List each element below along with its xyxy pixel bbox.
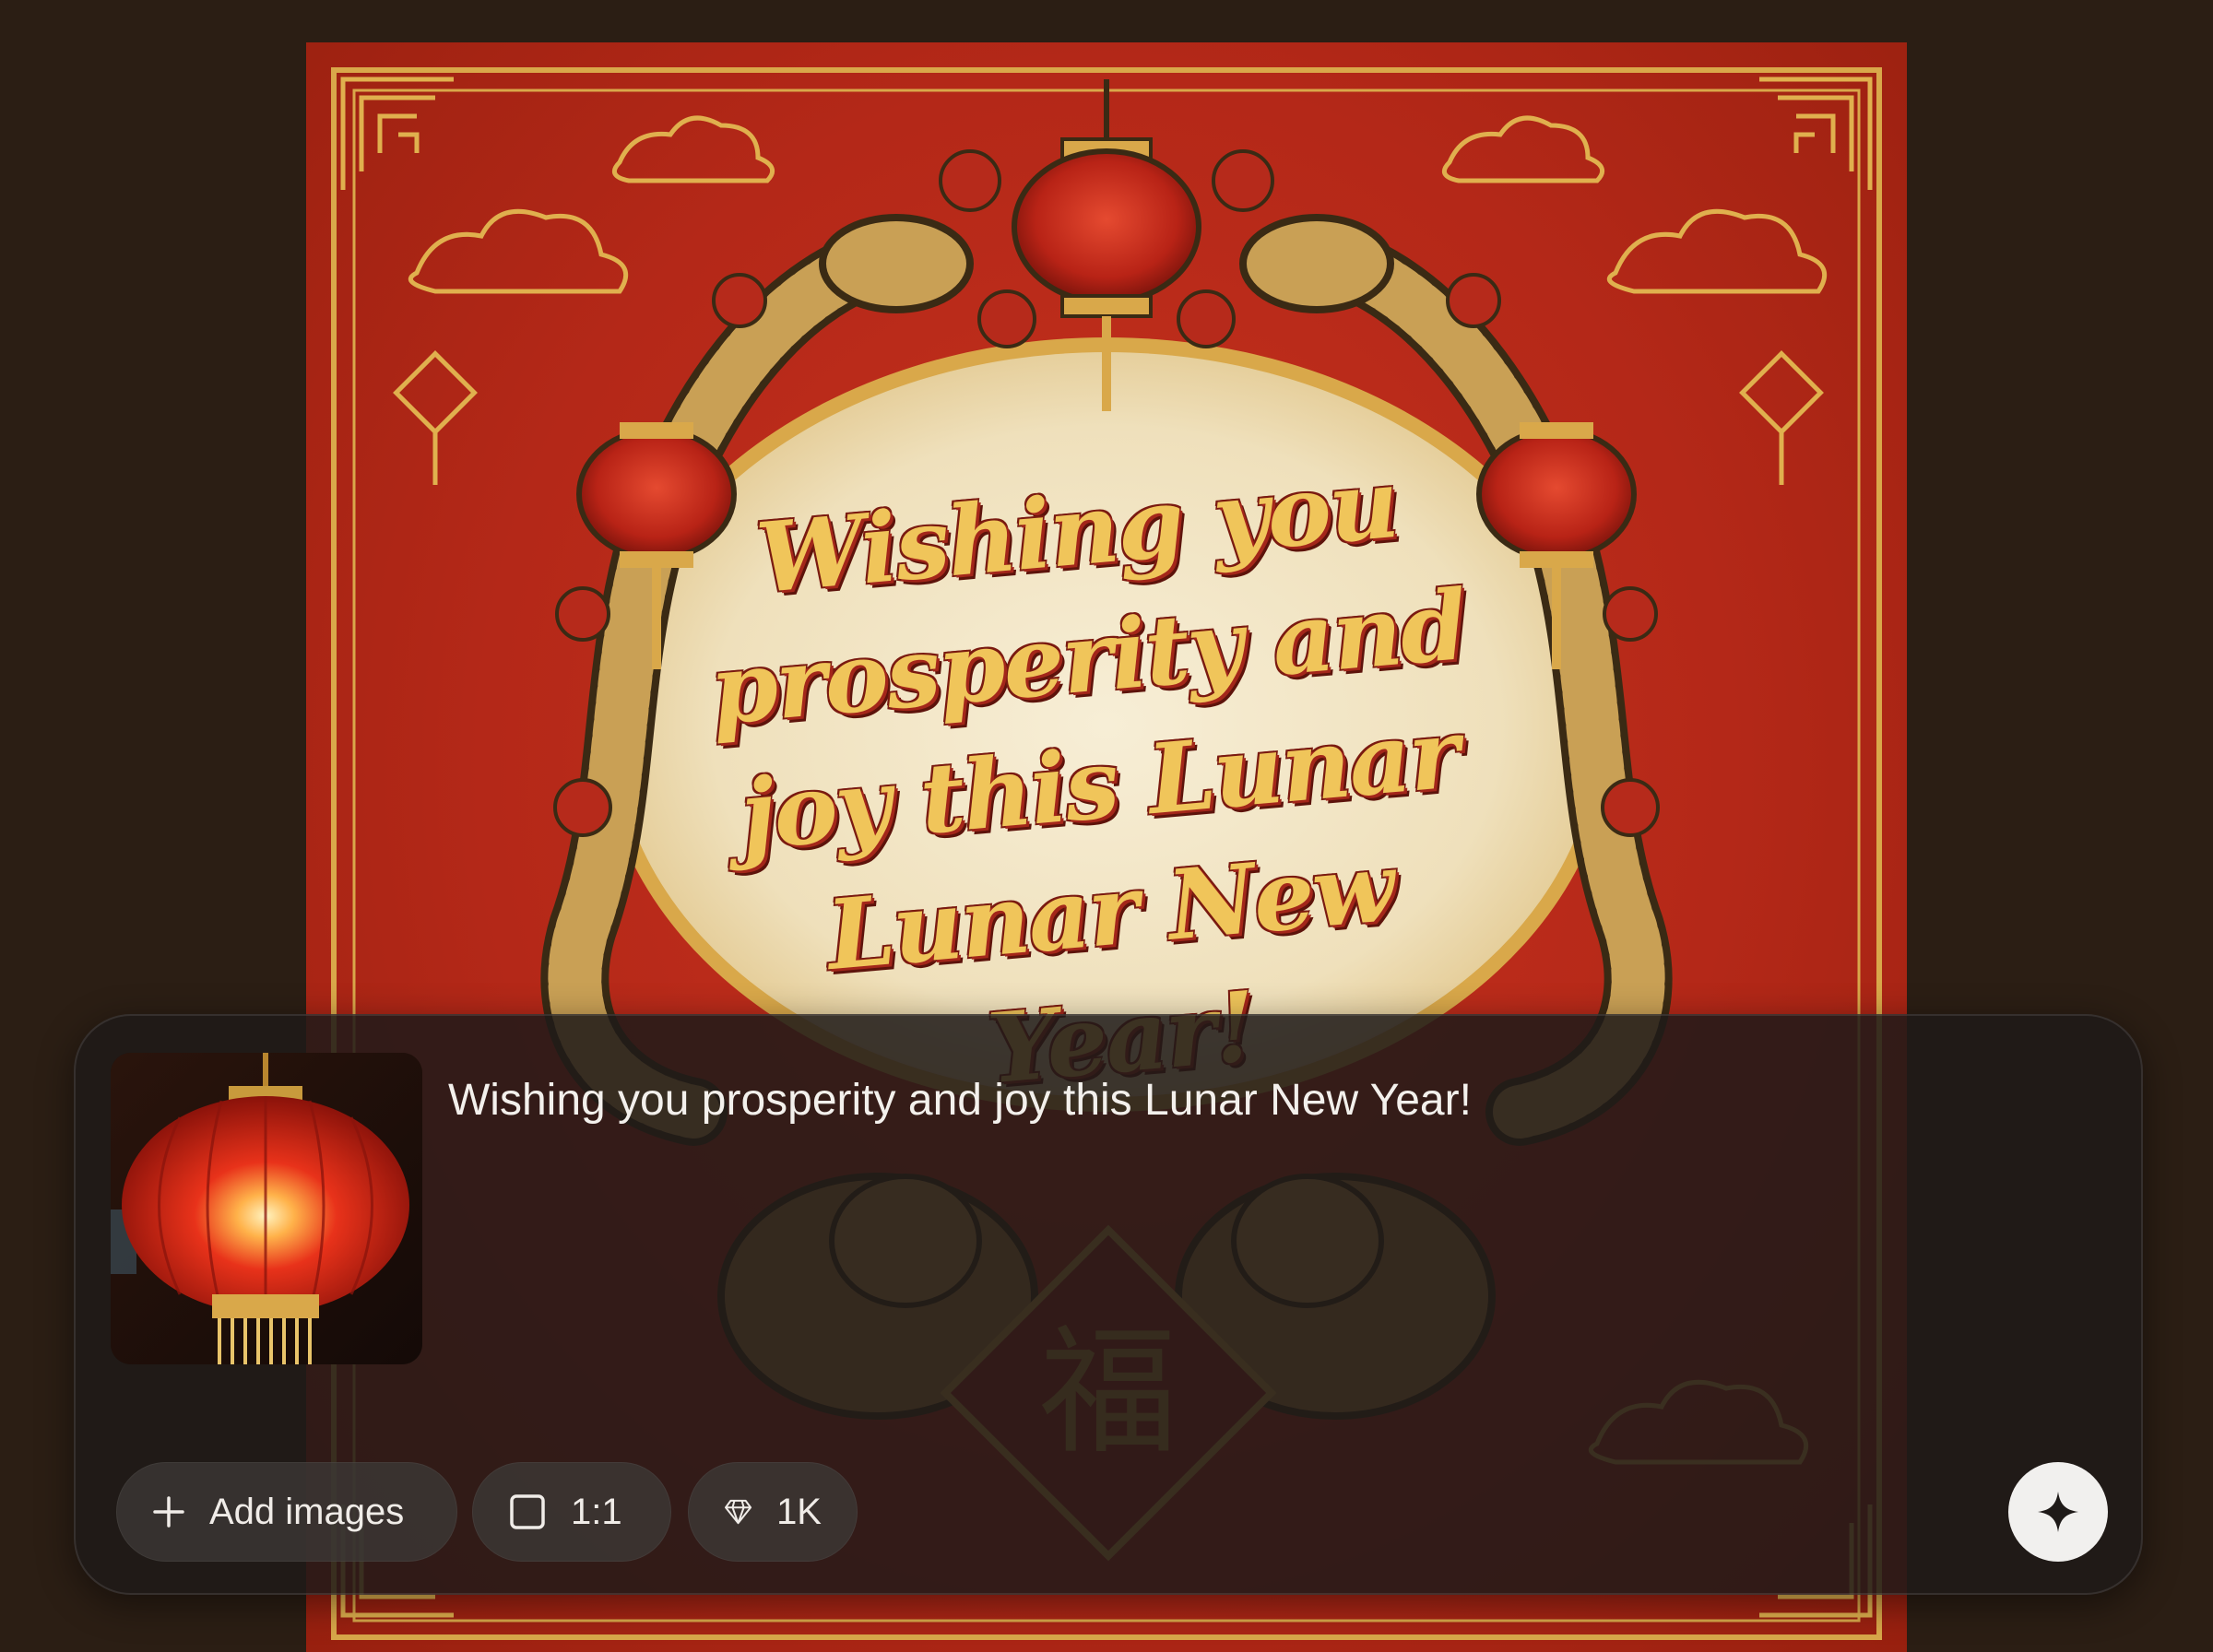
add-images-button[interactable]: Add images: [116, 1462, 457, 1562]
square-icon: [510, 1494, 545, 1529]
add-images-label: Add images: [209, 1491, 405, 1532]
resolution-button[interactable]: 1K: [688, 1462, 858, 1562]
prompt-input[interactable]: Wishing you prosperity and joy this Luna…: [448, 1073, 2086, 1128]
canvas: Wishing you prosperity and joy this Luna…: [0, 0, 2213, 1652]
red-lantern-thumbnail: [111, 1053, 422, 1364]
prompt-panel: Wishing you prosperity and joy this Luna…: [74, 1014, 2143, 1595]
resolution-label: 1K: [776, 1491, 822, 1532]
aspect-ratio-label: 1:1: [571, 1491, 622, 1532]
generate-button[interactable]: [2008, 1462, 2108, 1562]
reference-image-thumbnail[interactable]: [111, 1053, 422, 1364]
sparkle-icon: [2038, 1492, 2078, 1532]
plus-icon: [153, 1496, 184, 1528]
diamond-icon: [725, 1499, 752, 1525]
aspect-ratio-button[interactable]: 1:1: [472, 1462, 671, 1562]
